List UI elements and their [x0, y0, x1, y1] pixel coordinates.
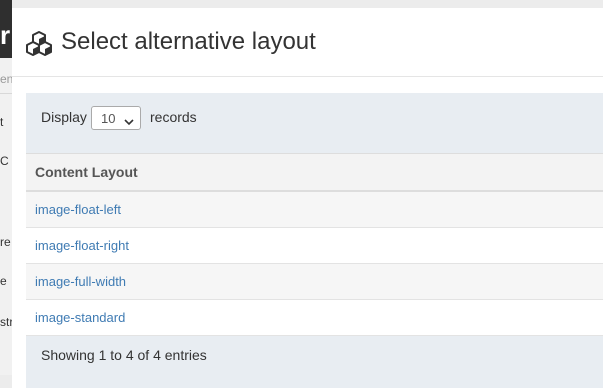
modal-title: Select alternative layout: [61, 28, 316, 55]
table-body: image-float-left image-float-right image…: [26, 192, 603, 336]
column-header-label: Content Layout: [35, 164, 138, 180]
cubes-icon: [25, 30, 53, 56]
background-fragment: en: [0, 72, 12, 86]
table-row: image-standard: [26, 300, 603, 336]
chevron-down-icon: [124, 114, 134, 126]
select-layout-modal: Select alternative layout Display 10 rec…: [12, 8, 603, 388]
background-fragment: str: [0, 315, 12, 329]
length-menu-prefix: Display: [41, 109, 87, 125]
layout-link[interactable]: image-float-left: [35, 202, 121, 217]
modal-header: Select alternative layout: [12, 8, 603, 77]
column-header-content-layout[interactable]: Content Layout: [26, 153, 603, 192]
records-per-page-select[interactable]: 10: [91, 106, 141, 130]
table-row: image-full-width: [26, 264, 603, 300]
table-row: image-float-left: [26, 192, 603, 228]
layout-link[interactable]: image-standard: [35, 310, 125, 325]
background-divider: [0, 93, 12, 94]
records-per-page-value: 10: [101, 111, 116, 126]
background-fragment: t: [0, 115, 4, 129]
table-row: image-float-right: [26, 228, 603, 264]
background-header-fragment: r: [0, 20, 11, 50]
layout-link[interactable]: image-float-right: [35, 238, 129, 253]
table-info: Showing 1 to 4 of 4 entries: [41, 347, 207, 363]
layouts-table: Content Layout image-float-left image-fl…: [26, 153, 603, 336]
background-fragment: re: [0, 235, 11, 249]
length-menu-suffix: records: [150, 109, 197, 125]
background-fragment: e: [0, 274, 7, 288]
background-header: r: [0, 0, 12, 58]
background-fragment: C: [0, 154, 9, 168]
layout-table-panel: Display 10 records Content Layout image-…: [26, 93, 603, 388]
layout-link[interactable]: image-full-width: [35, 274, 126, 289]
